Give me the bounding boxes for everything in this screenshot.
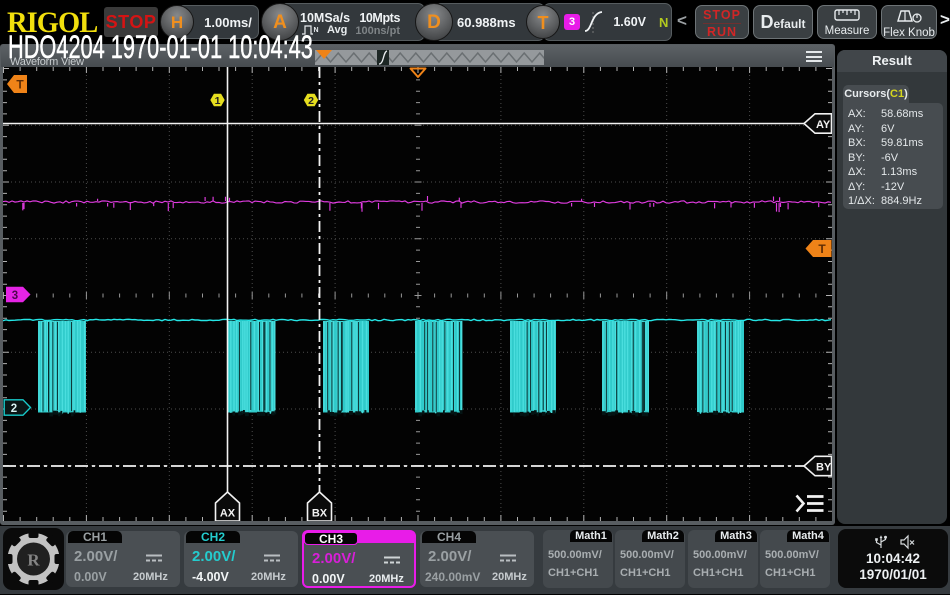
svg-text:AY: AY xyxy=(816,119,831,131)
svg-text:1: 1 xyxy=(215,95,221,107)
svg-text:AX: AX xyxy=(220,508,236,520)
svg-text:2: 2 xyxy=(308,95,314,107)
svg-text:BY: BY xyxy=(816,461,832,473)
svg-text:T: T xyxy=(16,78,24,92)
svg-text:N: N xyxy=(314,27,319,34)
svg-text:R: R xyxy=(27,551,40,570)
svg-text:3: 3 xyxy=(12,290,18,302)
svg-text:T: T xyxy=(818,242,826,256)
svg-text:2: 2 xyxy=(11,403,17,415)
svg-text:BX: BX xyxy=(312,508,328,520)
